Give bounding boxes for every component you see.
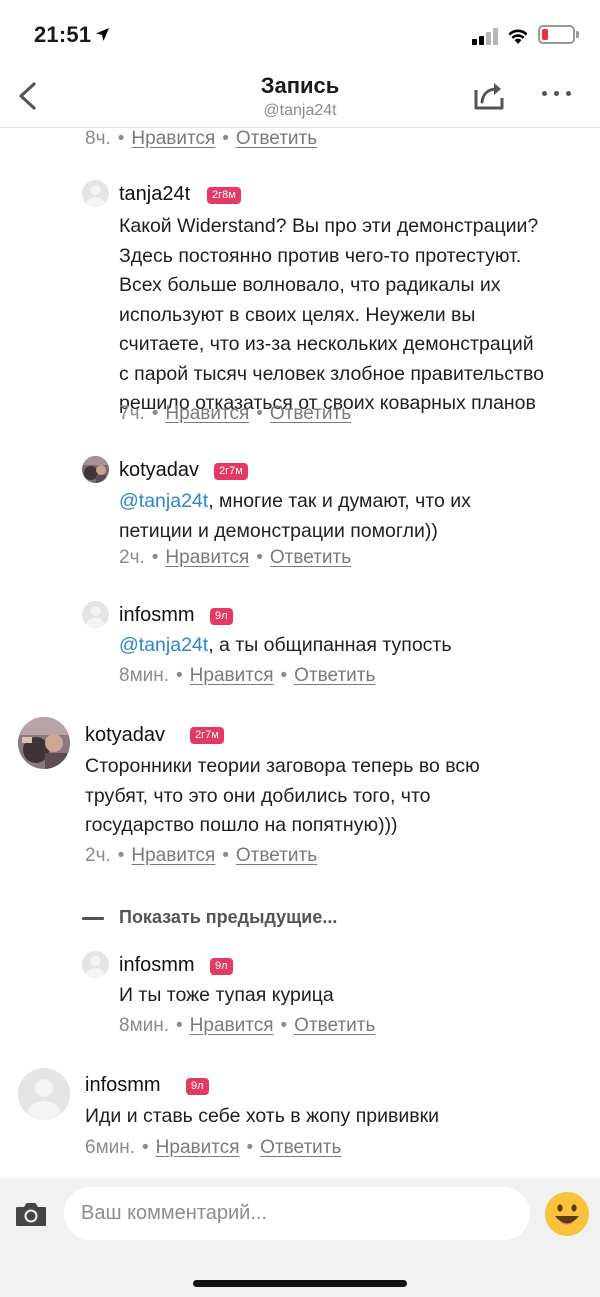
comment-line: Какой Widerstand? Вы про эти демонстраци… [119, 215, 539, 237]
comment-line: @tanja24t, многие так и думают, что их [119, 487, 471, 517]
like-link[interactable]: Нравится [165, 403, 249, 424]
comment-line: Сторонники теории заговора теперь во всю [85, 755, 480, 777]
comment-username[interactable]: infosmm [85, 1074, 161, 1097]
account-age-badge: 2г7м [190, 727, 224, 744]
dash-icon [82, 916, 104, 920]
comment-line: считаете, что из-за нескольких демонстра… [119, 333, 534, 355]
wifi-icon [506, 25, 530, 45]
comment-line: @tanja24t, а ты общипанная тупость [119, 631, 452, 661]
comment-time: 2ч. [119, 547, 145, 568]
like-link[interactable]: Нравится [190, 665, 274, 686]
comment-username[interactable]: kotyadav [119, 459, 199, 482]
comment-meta: 8ч. • Нравится • Ответить [85, 128, 318, 149]
comment-item: kotyadav 2г7м Сторонники теории заговора… [0, 717, 600, 877]
comment-text: И ты тоже тупая курица [119, 981, 334, 1011]
comment-line: трубят, что это они добились того, что [85, 784, 431, 807]
reply-link[interactable]: Ответить [294, 665, 375, 686]
location-arrow-icon [95, 27, 110, 47]
avatar[interactable] [18, 1068, 70, 1120]
comment-item: tanja24t 2г8м Какой Widerstand? Вы про э… [0, 178, 600, 428]
nav-bar: Запись @tanja24t [0, 70, 600, 128]
comment-line: используют в своих целях. Неужели вы [119, 303, 476, 326]
mention-link[interactable]: @tanja24t [119, 490, 208, 512]
page-subtitle[interactable]: @tanja24t [0, 102, 600, 120]
comment-input[interactable] [64, 1187, 530, 1240]
comment-time: 6мин. [85, 1137, 136, 1158]
comment-time: 8мин. [119, 1015, 170, 1036]
comment-text: @tanja24t, а ты общипанная тупость [119, 631, 452, 661]
comment-item: infosmm 9л @tanja24t, а ты общипанная ту… [0, 599, 600, 694]
avatar[interactable] [18, 717, 70, 769]
comment-line: Иди и ставь себе хоть в жопу прививки [85, 1105, 440, 1127]
show-previous-button[interactable]: Показать предыдущие... [82, 907, 337, 928]
comment-text: Иди и ставь себе хоть в жопу прививки [85, 1102, 439, 1132]
comment-item: infosmm 9л Иди и ставь себе хоть в жопу … [0, 1068, 600, 1168]
reply-link[interactable]: Ответить [270, 403, 351, 424]
share-icon[interactable] [470, 76, 508, 114]
comment-text: @tanja24t, многие так и думают, что их п… [119, 487, 471, 546]
reply-link[interactable]: Ответить [236, 128, 317, 149]
comment-line: петиции и демонстрации помогли)) [119, 519, 438, 542]
like-link[interactable]: Нравится [156, 1137, 240, 1158]
like-link[interactable]: Нравится [190, 1015, 274, 1036]
comment-meta: 2ч. • Нравится • Ответить [119, 547, 352, 568]
status-time: 21:51 [34, 22, 110, 48]
reply-link[interactable]: Ответить [260, 1137, 341, 1158]
comment-line: Всех больше волновало, что радикалы их [119, 274, 501, 296]
reply-link[interactable]: Ответить [294, 1015, 375, 1036]
cellular-signal-icon [472, 27, 500, 45]
reply-link[interactable]: Ответить [236, 845, 317, 866]
comment-username[interactable]: kotyadav [85, 724, 165, 747]
like-link[interactable]: Нравится [165, 547, 249, 568]
comment-line: государство пошло на попятную))) [85, 814, 398, 836]
mention-link[interactable]: @tanja24t [119, 634, 208, 656]
like-link[interactable]: Нравится [131, 845, 215, 866]
comment-meta: 7ч. • Нравится • Ответить [119, 403, 352, 424]
comment-time: 2ч. [85, 845, 111, 866]
comment-composer [0, 1178, 600, 1297]
account-age-badge: 9л [210, 608, 233, 625]
comment-meta: 8мин. • Нравится • Ответить [119, 665, 376, 686]
comment-username[interactable]: tanja24t [119, 183, 190, 206]
comment-time: 7ч. [119, 403, 145, 424]
comment-line: И ты тоже тупая курица [119, 984, 334, 1006]
comment-time: 8мин. [119, 665, 170, 686]
comment-text: Сторонники теории заговора теперь во всю… [85, 752, 480, 841]
avatar[interactable] [82, 456, 109, 483]
reply-link[interactable]: Ответить [270, 547, 351, 568]
avatar[interactable] [82, 601, 109, 628]
comment-time: 8ч. [85, 128, 111, 149]
comments-feed[interactable]: 8ч. • Нравится • Ответить tanja24t 2г8м Како… [0, 128, 600, 1178]
account-age-badge: 2г7м [214, 463, 248, 480]
comment-line-text: , многие так и думают, что их [208, 490, 471, 512]
home-indicator [193, 1280, 407, 1287]
more-icon[interactable] [540, 88, 574, 100]
account-age-badge: 9л [210, 958, 233, 975]
comment-meta: 2ч. • Нравится • Ответить [85, 845, 318, 866]
page-title: Запись [260, 73, 340, 98]
show-previous-label: Показать предыдущие... [119, 907, 338, 927]
like-link[interactable]: Нравится [131, 128, 215, 149]
comment-username[interactable]: infosmm [119, 954, 195, 977]
comment-meta: 8мин. • Нравится • Ответить [119, 1015, 376, 1036]
comment-text: Какой Widerstand? Вы про эти демонстраци… [119, 212, 544, 419]
comment-line: с парой тысяч человек злобное правительс… [119, 362, 544, 385]
comment-username[interactable]: infosmm [119, 604, 195, 627]
account-age-badge: 9л [186, 1078, 209, 1095]
smiley-emoji-icon[interactable] [544, 1191, 590, 1237]
camera-icon[interactable] [14, 1200, 48, 1228]
avatar[interactable] [82, 180, 109, 207]
comment-item: infosmm 9л И ты тоже тупая курица 8мин. •… [0, 951, 600, 1046]
comment-item: kotyadav 2г7м @tanja24t, многие так и ду… [0, 455, 600, 575]
comment-line-text: , а ты общипанная тупость [208, 634, 452, 656]
comment-line: Здесь постоянно против чего-то протестую… [119, 244, 522, 267]
account-age-badge: 2г8м [207, 187, 241, 204]
battery-icon [538, 25, 579, 44]
avatar[interactable] [82, 951, 109, 978]
status-bar: 21:51 [0, 0, 600, 70]
comment-meta: 6мин. • Нравится • Ответить [85, 1137, 342, 1158]
status-time-text: 21:51 [34, 22, 92, 47]
